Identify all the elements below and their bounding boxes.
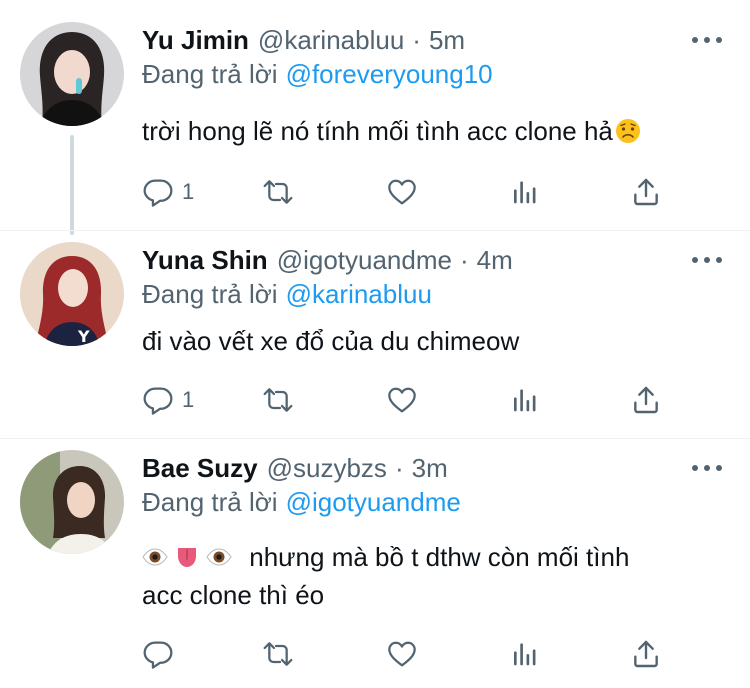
replying-to: Đang trả lời @foreveryoung10 bbox=[142, 56, 493, 92]
tweet-text: trời hong lẽ nó tính mối tình acc clone … bbox=[142, 112, 712, 150]
tweet-text-content: đi vào vết xe đổ của du chimeow bbox=[142, 326, 520, 356]
avatar[interactable] bbox=[20, 450, 124, 554]
user-handle[interactable]: @suzybzs bbox=[267, 453, 387, 484]
retweet-icon bbox=[262, 176, 294, 208]
timestamp[interactable]: 3m bbox=[412, 453, 448, 484]
more-icon[interactable] bbox=[692, 458, 722, 478]
share-icon bbox=[630, 176, 662, 208]
display-name[interactable]: Yuna Shin bbox=[142, 245, 268, 276]
reply-icon bbox=[142, 176, 174, 208]
share-button[interactable] bbox=[630, 172, 662, 212]
tweet-3[interactable]: Bae Suzy @suzybzs · 3m Đang trả lời @igo… bbox=[0, 438, 750, 688]
like-button[interactable] bbox=[386, 380, 418, 420]
tweet-header: Yu Jimin @karinabluu · 5m bbox=[142, 20, 465, 60]
worried-face-emoji bbox=[615, 119, 640, 143]
replying-to-label: Đang trả lời bbox=[142, 278, 278, 309]
tweet-text-content: nhưng mà bồ t dthw còn mối tình bbox=[249, 542, 630, 572]
reply-count: 1 bbox=[182, 179, 195, 204]
share-button[interactable] bbox=[630, 380, 662, 420]
action-bar: 1 bbox=[142, 172, 672, 212]
like-icon bbox=[386, 384, 418, 416]
reply-button[interactable]: 1 bbox=[142, 172, 194, 212]
separator: · bbox=[412, 24, 421, 55]
like-button[interactable] bbox=[386, 634, 418, 674]
separator: · bbox=[459, 244, 469, 275]
replying-to-label: Đang trả lời bbox=[142, 486, 278, 517]
tweet-2[interactable]: Y Yuna Shin @igotyuandme · 4m Đang trả l… bbox=[0, 230, 750, 440]
replying-to: Đang trả lời @karinabluu bbox=[142, 276, 432, 312]
display-name[interactable]: Bae Suzy bbox=[142, 453, 258, 484]
reply-button[interactable]: 1 bbox=[142, 380, 194, 420]
reply-icon bbox=[142, 638, 174, 670]
replying-to: Đang trả lời @igotyuandme bbox=[142, 484, 461, 520]
eye-emoji bbox=[206, 548, 232, 566]
more-icon[interactable] bbox=[692, 250, 722, 270]
action-bar: 1 bbox=[142, 380, 672, 420]
analytics-button[interactable] bbox=[508, 172, 540, 212]
svg-text:Y: Y bbox=[77, 327, 90, 346]
tweet-text-line-1: nhưng mà bồ t dthw còn mối tình bbox=[142, 538, 712, 576]
user-handle[interactable]: @igotyuandme bbox=[277, 245, 452, 276]
tweet-header: Bae Suzy @suzybzs · 3m bbox=[142, 448, 448, 488]
separator: · bbox=[394, 452, 404, 483]
eye-emoji bbox=[142, 548, 168, 566]
like-icon bbox=[386, 638, 418, 670]
mention-link[interactable]: @foreveryoung10 bbox=[286, 59, 493, 90]
analytics-icon bbox=[508, 384, 540, 416]
avatar[interactable] bbox=[20, 22, 124, 126]
analytics-button[interactable] bbox=[508, 380, 540, 420]
tweet-1[interactable]: Yu Jimin @karinabluu · 5m Đang trả lời @… bbox=[0, 0, 750, 230]
reply-icon bbox=[142, 384, 174, 416]
share-button[interactable] bbox=[630, 634, 662, 674]
avatar[interactable]: Y bbox=[20, 242, 124, 346]
action-bar bbox=[142, 634, 672, 674]
analytics-button[interactable] bbox=[508, 634, 540, 674]
tweet-text: đi vào vết xe đổ của du chimeow bbox=[142, 322, 712, 360]
tweet-text-content: trời hong lẽ nó tính mối tình acc clone … bbox=[142, 116, 613, 146]
user-handle[interactable]: @karinabluu bbox=[258, 25, 404, 56]
tweet-header: Yuna Shin @igotyuandme · 4m bbox=[142, 240, 513, 280]
like-button[interactable] bbox=[386, 172, 418, 212]
retweet-icon bbox=[262, 638, 294, 670]
retweet-button[interactable] bbox=[262, 634, 294, 674]
replying-to-label: Đang trả lời bbox=[142, 58, 278, 89]
more-icon[interactable] bbox=[692, 30, 722, 50]
timestamp[interactable]: 5m bbox=[429, 25, 465, 56]
retweet-icon bbox=[262, 384, 294, 416]
analytics-icon bbox=[508, 176, 540, 208]
tongue-emoji bbox=[178, 548, 196, 567]
reply-count: 1 bbox=[182, 387, 195, 412]
retweet-button[interactable] bbox=[262, 172, 294, 212]
timestamp[interactable]: 4m bbox=[477, 245, 513, 276]
share-icon bbox=[630, 384, 662, 416]
tweet-text: nhưng mà bồ t dthw còn mối tình acc clon… bbox=[142, 538, 712, 614]
reply-button[interactable] bbox=[142, 634, 182, 674]
mention-link[interactable]: @igotyuandme bbox=[286, 487, 461, 518]
like-icon bbox=[386, 176, 418, 208]
display-name[interactable]: Yu Jimin bbox=[142, 25, 249, 56]
analytics-icon bbox=[508, 638, 540, 670]
retweet-button[interactable] bbox=[262, 380, 294, 420]
share-icon bbox=[630, 638, 662, 670]
mention-link[interactable]: @karinabluu bbox=[286, 279, 432, 310]
tweet-text-line-2: acc clone thì éo bbox=[142, 580, 325, 610]
